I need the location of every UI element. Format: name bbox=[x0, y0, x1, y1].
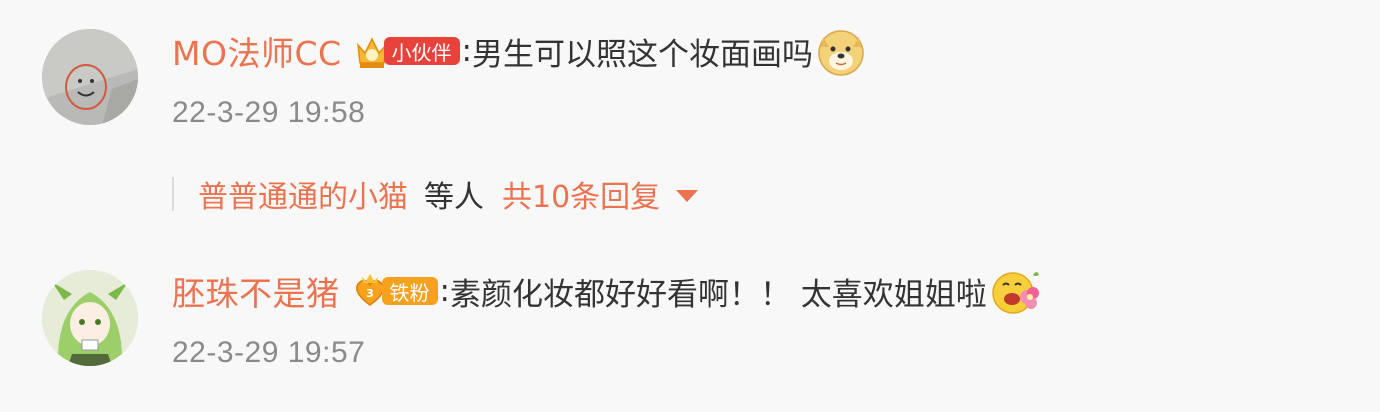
avatar[interactable] bbox=[42, 270, 138, 366]
timestamp: 22-3-29 19:58 bbox=[172, 96, 366, 129]
svg-text:3: 3 bbox=[366, 287, 374, 300]
badge-label: 小伙伴 bbox=[383, 37, 460, 65]
comment-text: 男生可以照这个妆面画吗 bbox=[471, 36, 813, 73]
doge-emoji bbox=[818, 30, 864, 76]
avatar-image bbox=[42, 29, 138, 125]
comment-header: MO法师CC 小伙伴 : 男生可以照这个妆面画吗 bbox=[172, 26, 867, 76]
comment-header: 胚珠不是猪 3 铁粉 : 素颜化妆都好好看啊！！ 太喜欢姐姐啦 bbox=[172, 266, 1041, 316]
badge-label: 铁粉 bbox=[381, 277, 438, 305]
replier-name[interactable]: 普普通通的小猫 bbox=[198, 172, 408, 216]
replies-summary[interactable]: 普普通通的小猫 等人 共10条回复 bbox=[172, 168, 699, 220]
replies-and-others: 等人 bbox=[424, 180, 484, 215]
caret-down-icon[interactable] bbox=[676, 190, 699, 202]
reply-count-link[interactable]: 共10条回复 bbox=[502, 172, 660, 216]
avatar-image bbox=[42, 270, 138, 366]
comment-text: 素颜化妆都好好看啊！！ 太喜欢姐姐啦 bbox=[449, 276, 987, 313]
username[interactable]: 胚珠不是猪 bbox=[172, 267, 340, 315]
username[interactable]: MO法师CC bbox=[172, 27, 342, 75]
reply-divider bbox=[172, 177, 174, 211]
flower-emoji bbox=[992, 272, 1039, 314]
fan-badge[interactable]: 小伙伴 bbox=[354, 31, 460, 71]
timestamp: 22-3-29 19:57 bbox=[172, 336, 366, 369]
separator: : bbox=[439, 273, 450, 309]
fan-badge[interactable]: 3 铁粉 bbox=[352, 271, 438, 311]
separator: : bbox=[461, 33, 472, 69]
avatar[interactable] bbox=[42, 29, 138, 125]
